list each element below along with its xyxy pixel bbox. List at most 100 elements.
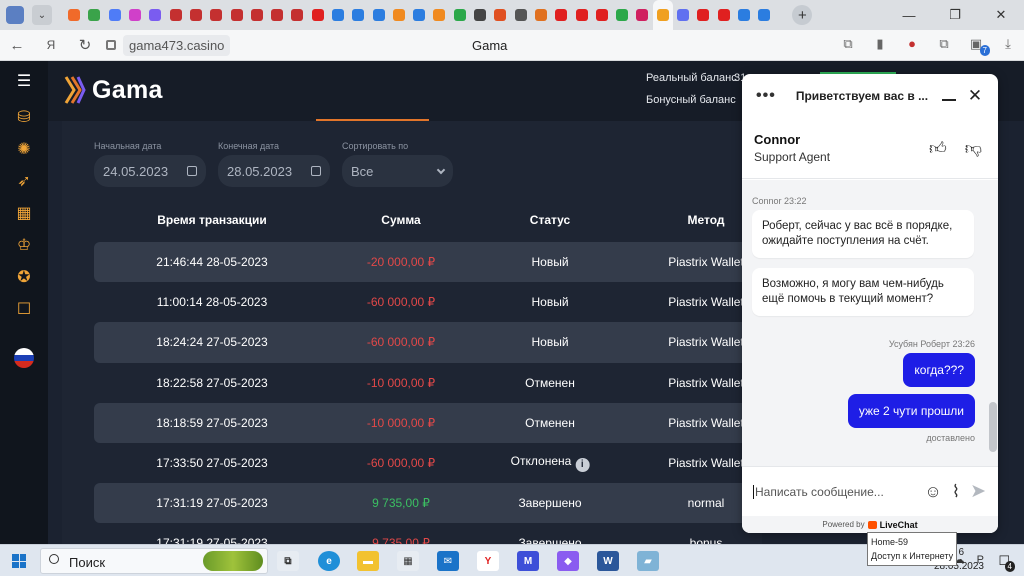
- table-row[interactable]: 18:24:24 27-05-2023 -60 000,00 ₽ Новый Pias…: [94, 322, 762, 363]
- browser-tab[interactable]: [693, 0, 713, 30]
- yandex-icon[interactable]: Я: [34, 38, 68, 52]
- thumbs-down-icon[interactable]: 👎︎: [965, 138, 982, 159]
- browser-tab[interactable]: [348, 0, 368, 30]
- browser-tab[interactable]: [287, 0, 307, 30]
- trophy-icon[interactable]: ♔: [14, 235, 34, 255]
- browser-tab[interactable]: [571, 0, 591, 30]
- address-bar: ← Я ↻ gama473.casino Gama ⧉ ▮ ● ⧉ ▣ 7 ⤓: [0, 30, 1024, 61]
- browser-tab[interactable]: [247, 0, 267, 30]
- browser-tab[interactable]: [145, 0, 165, 30]
- transaction-amount-text: -10 000,00 ₽: [366, 375, 436, 390]
- task-view-icon[interactable]: ⧉: [277, 551, 299, 571]
- browser-tab[interactable]: [551, 0, 571, 30]
- table-row[interactable]: 18:18:59 27-05-2023 -10 000,00 ₽ Отменен Pi…: [94, 402, 762, 443]
- coins-icon[interactable]: ⛁: [14, 107, 34, 127]
- browser-tab[interactable]: [186, 0, 206, 30]
- gama-logo[interactable]: Gama: [64, 75, 163, 105]
- thumbs-up-icon[interactable]: 👍︎: [929, 138, 947, 159]
- browser-tab[interactable]: [328, 0, 348, 30]
- word-icon[interactable]: W: [597, 551, 619, 571]
- browser-tab[interactable]: [125, 0, 145, 30]
- minimize-window-icon[interactable]: —: [886, 0, 932, 30]
- table-row[interactable]: 11:00:14 28-05-2023 -60 000,00 ₽ Новый Pias…: [94, 282, 762, 322]
- yandex-browser-icon[interactable]: Y: [477, 551, 499, 571]
- mail-icon[interactable]: ✉: [437, 551, 459, 571]
- start-date-input[interactable]: 24.05.2023: [94, 155, 206, 187]
- browser-tab[interactable]: [226, 0, 246, 30]
- translate-icon[interactable]: ⧉: [840, 36, 856, 52]
- browser-tab[interactable]: [409, 0, 429, 30]
- browser-tab[interactable]: [734, 0, 754, 30]
- browser-tab[interactable]: [612, 0, 632, 30]
- browser-tab[interactable]: [592, 0, 612, 30]
- info-icon[interactable]: i: [575, 458, 590, 473]
- browser-tab[interactable]: [632, 0, 652, 30]
- casino-chip-icon[interactable]: ✺: [14, 139, 34, 159]
- transaction-amount-text: 9 735,00 ₽: [372, 536, 430, 544]
- table-row[interactable]: 17:31:19 27-05-2023 9 735,00 ₽ Завершено bo…: [94, 523, 762, 544]
- minimize-chat-icon[interactable]: [941, 99, 956, 101]
- more-options-icon[interactable]: •••: [756, 87, 776, 105]
- notes-icon[interactable]: ▰: [637, 551, 659, 571]
- store-icon[interactable]: ▦: [397, 551, 419, 571]
- notifications-icon[interactable]: ☐ 4: [998, 553, 1015, 572]
- edge-icon[interactable]: e: [318, 551, 340, 571]
- gift-icon[interactable]: ▦: [14, 203, 34, 223]
- attachment-icon[interactable]: ⌇: [952, 482, 960, 502]
- browser-tab[interactable]: [165, 0, 185, 30]
- emoji-icon[interactable]: ☺: [924, 482, 941, 502]
- browser-sidebar-icon[interactable]: [0, 0, 30, 30]
- browser-tab[interactable]: [470, 0, 490, 30]
- browser-tab[interactable]: [368, 0, 388, 30]
- browser-tab[interactable]: [429, 0, 449, 30]
- file-explorer-icon[interactable]: ▬: [357, 551, 379, 571]
- end-date-input[interactable]: 28.05.2023: [218, 155, 330, 187]
- browser-tab[interactable]: [652, 0, 673, 30]
- app-icon[interactable]: M: [517, 551, 539, 571]
- copilot-icon[interactable]: ◆: [557, 551, 579, 571]
- close-window-icon[interactable]: ✕: [978, 0, 1024, 30]
- collections-icon[interactable]: ⧉: [936, 36, 952, 52]
- browser-tab[interactable]: [308, 0, 328, 30]
- windows-start-icon[interactable]: [12, 554, 26, 568]
- new-tab-button[interactable]: +: [792, 5, 813, 25]
- browser-tab[interactable]: [490, 0, 510, 30]
- table-row[interactable]: 17:31:19 27-05-2023 9 735,00 ₽ Завершено no…: [94, 483, 762, 524]
- chat-scrollbar[interactable]: [988, 180, 997, 466]
- chat-icon[interactable]: ☐: [14, 299, 34, 319]
- back-icon[interactable]: ←: [0, 37, 34, 54]
- medal-icon[interactable]: ✪: [14, 267, 34, 287]
- menu-icon[interactable]: ☰: [14, 71, 34, 91]
- reload-icon[interactable]: ↻: [68, 36, 102, 54]
- downloads-icon[interactable]: ⤓: [1000, 36, 1016, 52]
- russia-flag-icon[interactable]: [14, 348, 34, 368]
- browser-tab[interactable]: [450, 0, 470, 30]
- rocket-icon[interactable]: ➶: [14, 171, 34, 191]
- send-icon[interactable]: ➤: [970, 480, 986, 503]
- browser-tab[interactable]: [389, 0, 409, 30]
- browser-tab[interactable]: [531, 0, 551, 30]
- sort-select[interactable]: Все: [342, 155, 453, 187]
- message-input[interactable]: Написать сообщение...: [753, 485, 884, 499]
- tab-list-chevron-icon[interactable]: ⌄: [32, 5, 52, 25]
- extension-avatar-icon[interactable]: ●: [904, 36, 920, 52]
- browser-tab[interactable]: [64, 0, 84, 30]
- browser-tab[interactable]: [754, 0, 774, 30]
- browser-tab[interactable]: [673, 0, 693, 30]
- browser-tab[interactable]: [511, 0, 531, 30]
- table-row[interactable]: 17:33:50 27-05-2023 -60 000,00 ₽ Отклонена…: [94, 443, 762, 483]
- browser-tab[interactable]: [267, 0, 287, 30]
- restore-window-icon[interactable]: ❐: [932, 0, 978, 30]
- extensions-icon[interactable]: ▣ 7: [968, 36, 990, 56]
- close-chat-icon[interactable]: ✕: [968, 86, 982, 106]
- scrollbar-thumb[interactable]: [989, 402, 997, 452]
- browser-tab[interactable]: [714, 0, 734, 30]
- browser-tab[interactable]: [84, 0, 104, 30]
- taskbar-search[interactable]: Поиск: [40, 548, 268, 574]
- browser-tab[interactable]: [206, 0, 226, 30]
- browser-tab[interactable]: [105, 0, 125, 30]
- livechat-brand[interactable]: LiveChat: [880, 520, 918, 530]
- table-row[interactable]: 18:22:58 27-05-2023 -10 000,00 ₽ Отменен Pi…: [94, 363, 762, 403]
- bookmark-icon[interactable]: ▮: [872, 36, 888, 52]
- table-row[interactable]: 21:46:44 28-05-2023 -20 000,00 ₽ Новый Pias…: [94, 242, 762, 283]
